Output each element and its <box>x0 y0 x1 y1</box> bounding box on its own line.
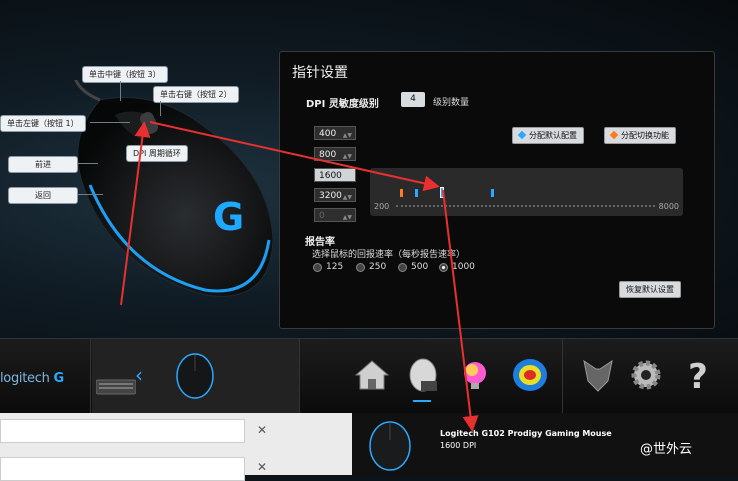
mouse-illustration: G <box>74 80 274 297</box>
dpi-level-label: DPI 灵敏度级别 <box>306 99 379 110</box>
settings-gear-icon[interactable] <box>626 355 666 395</box>
mouse-pointer-settings-icon[interactable] <box>403 355 443 395</box>
slider-track <box>396 205 655 207</box>
callout-connector <box>160 101 161 116</box>
dpi-marker-shift[interactable] <box>400 189 403 197</box>
dpi-marker-3200[interactable] <box>491 189 494 197</box>
rate-option-1000[interactable]: 1000 <box>439 262 475 272</box>
close-icon[interactable]: ✕ <box>257 423 267 437</box>
arx-control-icon[interactable] <box>578 355 618 395</box>
restore-default-label: 恢复默认设置 <box>626 285 674 294</box>
dpi-level-value: 3200 <box>319 191 342 201</box>
rate-label: 250 <box>369 262 387 272</box>
mouse-device-icon[interactable] <box>170 351 220 401</box>
callout-dpi-cycle[interactable]: DPI 周期循环 <box>126 145 188 162</box>
callout-left-button[interactable]: 单击左键（按钮 1） <box>0 115 86 132</box>
blue-diamond-icon <box>517 130 527 140</box>
watermark: @世外云 <box>640 442 693 457</box>
bottom-nav-bar: logitech G ‹ ? <box>0 338 738 414</box>
callout-back[interactable]: 返回 <box>8 187 78 204</box>
device-name: Logitech G102 Prodigy Gaming Mouse <box>440 429 612 438</box>
spinner-icon[interactable]: ▲▼ <box>343 150 352 164</box>
active-tab-indicator <box>413 400 431 402</box>
callout-connector <box>120 81 121 101</box>
svg-text:?: ? <box>688 357 708 395</box>
slider-max-label: 8000 <box>658 202 679 211</box>
callout-connector <box>78 194 103 195</box>
report-rate-title: 报告率 <box>305 237 335 248</box>
divider <box>299 339 300 414</box>
rate-option-250[interactable]: 250 <box>356 262 386 272</box>
logo-text: logitech <box>0 371 50 386</box>
svg-text:G: G <box>213 195 244 239</box>
rate-option-125[interactable]: 125 <box>313 262 343 272</box>
dpi-marker-1600[interactable] <box>440 187 444 198</box>
assign-default-button[interactable]: 分配默认配置 <box>512 127 584 144</box>
dpi-count-label: 级别数量 <box>433 98 470 108</box>
mouse-device-icon <box>369 421 411 471</box>
panel-title: 指针设置 <box>292 65 348 81</box>
text-field[interactable] <box>0 419 245 443</box>
callout-connector <box>90 122 130 123</box>
divider <box>562 339 563 414</box>
report-rate-subtitle: 选择鼠标的回报速率（每秒报告速率） <box>312 250 466 260</box>
radio-icon[interactable] <box>313 262 322 272</box>
assign-default-label: 分配默认配置 <box>529 131 577 140</box>
dpi-slider[interactable]: 200 8000 <box>370 168 683 216</box>
logitech-logo: logitech G <box>0 371 64 386</box>
callout-connector <box>78 163 98 164</box>
callout-right-button[interactable]: 单击右键（按钮 2） <box>153 86 239 103</box>
callout-forward[interactable]: 前进 <box>8 156 78 173</box>
current-dpi: 1600 DPI <box>440 441 477 450</box>
dpi-level-4[interactable]: 3200 ▲▼ <box>314 188 356 202</box>
orange-diamond-icon <box>609 130 619 140</box>
dpi-marker-400[interactable] <box>415 189 418 197</box>
divider <box>90 339 91 414</box>
dpi-level-2[interactable]: 800 ▲▼ <box>314 147 356 161</box>
dpi-level-5[interactable]: 0 ▲▼ <box>314 208 356 222</box>
rate-label: 500 <box>411 262 429 272</box>
heatmap-icon[interactable] <box>510 355 550 395</box>
radio-icon-selected[interactable] <box>439 262 448 272</box>
text-field[interactable] <box>0 457 245 481</box>
dpi-level-value: 400 <box>319 129 337 139</box>
callout-middle-button[interactable]: 单击中键（按钮 3） <box>82 66 168 83</box>
dpi-level-3[interactable]: 1600 <box>314 168 356 182</box>
rate-label: 1000 <box>452 262 475 272</box>
keyboard-device-icon[interactable] <box>96 377 136 397</box>
spinner-icon[interactable]: ▲▼ <box>343 129 352 143</box>
radio-icon[interactable] <box>398 262 407 272</box>
chevron-left-icon[interactable]: ‹ <box>135 363 143 387</box>
spinner-icon[interactable]: ▲▼ <box>343 211 352 225</box>
assign-shift-button[interactable]: 分配切换功能 <box>604 127 676 144</box>
restore-default-button[interactable]: 恢复默认设置 <box>619 281 681 298</box>
dpi-level-1[interactable]: 400 ▲▼ <box>314 126 356 140</box>
slider-min-label: 200 <box>374 202 390 211</box>
rate-label: 125 <box>326 262 344 272</box>
help-icon[interactable]: ? <box>678 355 718 395</box>
dpi-level-value: 0 <box>319 211 325 221</box>
dpi-level-value: 800 <box>319 150 337 160</box>
mouse-settings-view: G 单击中键（按钮 3） 单击右键（按钮 2） 单击左键（按钮 1） DPI 周… <box>0 0 738 338</box>
device-selector[interactable] <box>92 339 299 414</box>
radio-icon[interactable] <box>356 262 365 272</box>
assign-shift-label: 分配切换功能 <box>621 131 669 140</box>
dpi-level-value: 1600 <box>319 171 342 181</box>
dpi-count-input[interactable]: 4 <box>401 92 425 107</box>
pointer-settings-panel: 指针设置 DPI 灵敏度级别 4 级别数量 400 ▲▼ 800 ▲▼ 1600 3… <box>279 51 715 329</box>
rate-option-500[interactable]: 500 <box>398 262 428 272</box>
g-logo-icon: G <box>53 371 65 386</box>
spinner-icon[interactable]: ▲▼ <box>343 191 352 205</box>
close-icon[interactable]: ✕ <box>257 460 267 474</box>
lighting-icon[interactable] <box>455 355 495 395</box>
home-icon[interactable] <box>352 355 392 395</box>
